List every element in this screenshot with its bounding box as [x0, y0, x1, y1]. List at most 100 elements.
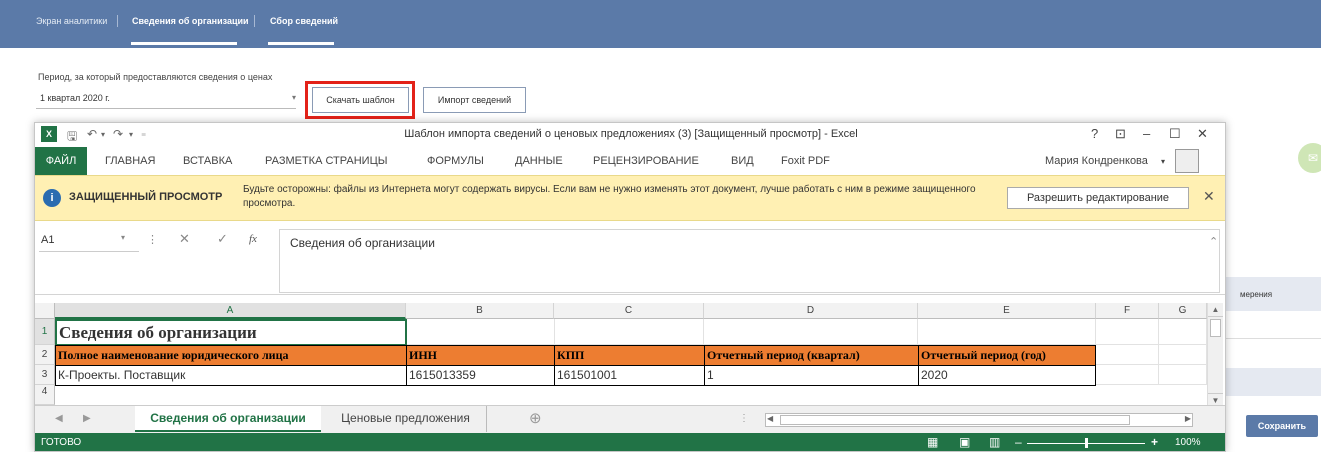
row-header[interactable]: 1: [35, 319, 55, 345]
horizontal-scrollbar[interactable]: ◀ ▶: [765, 413, 1193, 427]
column-header[interactable]: F: [1096, 303, 1159, 319]
cell[interactable]: [1159, 345, 1207, 365]
header-cell[interactable]: ИНН: [406, 345, 555, 366]
zoom-out-icon[interactable]: –: [1015, 435, 1022, 449]
period-label: Период, за который предоставляются сведе…: [38, 72, 273, 82]
formula-bar: A1 ▾ ⋮ ✕ ✓ fx Сведения об организации ⌃: [35, 221, 1225, 295]
active-tab-indicator: [268, 42, 334, 45]
zoom-in-icon[interactable]: +: [1151, 435, 1158, 449]
row-header[interactable]: 4: [35, 385, 55, 405]
tab-home[interactable]: ГЛАВНАЯ: [105, 155, 155, 167]
data-cell[interactable]: 1615013359: [406, 365, 555, 386]
more-icon: ⋮: [739, 413, 749, 424]
cell[interactable]: [918, 319, 1096, 345]
ribbon-tabs: ФАЙЛ ГЛАВНАЯ ВСТАВКА РАЗМЕТКА СТРАНИЦЫ Ф…: [35, 147, 1225, 175]
header-cell[interactable]: Отчетный период (квартал): [704, 345, 919, 366]
zoom-level[interactable]: 100%: [1175, 437, 1201, 448]
cell-a1[interactable]: Сведения об организации: [55, 319, 407, 346]
header-cell[interactable]: Отчетный период (год): [918, 345, 1096, 366]
cell[interactable]: [555, 319, 704, 345]
scroll-thumb[interactable]: [780, 415, 1130, 425]
download-template-button[interactable]: Скачать шаблон: [312, 87, 409, 113]
tab-foxit-pdf[interactable]: Foxit PDF: [781, 155, 830, 167]
spreadsheet-grid: A B C D E F G 1 2 3 4 Сведения об органи…: [35, 295, 1225, 407]
column-header[interactable]: D: [704, 303, 918, 319]
column-header[interactable]: C: [554, 303, 704, 319]
chevron-down-icon[interactable]: ▾: [1161, 157, 1165, 166]
normal-view-icon[interactable]: ▦: [927, 435, 938, 449]
scroll-right-icon[interactable]: ▶: [83, 413, 91, 424]
tab-page-layout[interactable]: РАЗМЕТКА СТРАНИЦЫ: [265, 155, 387, 167]
cell[interactable]: [1159, 365, 1207, 385]
cell[interactable]: [704, 319, 918, 345]
page-layout-view-icon[interactable]: ▣: [959, 435, 970, 449]
cell[interactable]: [1159, 319, 1207, 345]
tab-view[interactable]: ВИД: [731, 155, 754, 167]
row-header[interactable]: 3: [35, 365, 55, 385]
data-cell[interactable]: 161501001: [554, 365, 705, 386]
nav-separator: [254, 15, 255, 27]
cell[interactable]: [1096, 365, 1159, 385]
tab-insert[interactable]: ВСТАВКА: [183, 155, 232, 167]
cell[interactable]: [1096, 345, 1159, 365]
header-cell[interactable]: Полное наименование юридического лица: [55, 345, 407, 366]
function-icon[interactable]: fx: [249, 233, 257, 245]
background-panel: [1226, 368, 1321, 396]
tab-formulas[interactable]: ФОРМУЛЫ: [427, 155, 484, 167]
sheet-tabs-bar: ◀ ▶ Сведения об организации Ценовые пред…: [35, 405, 1225, 433]
zoom-slider-thumb[interactable]: [1085, 438, 1088, 448]
column-header[interactable]: A: [55, 303, 406, 319]
data-cell[interactable]: К-Проекты. Поставщик: [55, 365, 407, 386]
avatar[interactable]: [1175, 149, 1199, 173]
confirm-icon[interactable]: ✓: [217, 231, 228, 247]
close-icon[interactable]: ✕: [1203, 188, 1215, 205]
scroll-thumb[interactable]: [1210, 319, 1221, 337]
maximize-icon[interactable]: ☐: [1169, 126, 1181, 142]
ribbon-display-icon[interactable]: ⊡: [1115, 126, 1126, 142]
data-cell[interactable]: 2020: [918, 365, 1096, 386]
nav-item-data-collection[interactable]: Сбор сведений: [270, 16, 338, 26]
row-header[interactable]: 2: [35, 345, 55, 365]
import-data-button[interactable]: Импорт сведений: [423, 87, 526, 113]
add-sheet-icon[interactable]: ⊕: [529, 409, 542, 427]
sheet-tab-price-offers[interactable]: Ценовые предложения: [325, 406, 487, 432]
formula-input[interactable]: Сведения об организации: [279, 229, 1220, 293]
collapse-icon[interactable]: ⌃: [1209, 235, 1218, 248]
cancel-icon[interactable]: ✕: [179, 231, 190, 247]
column-header[interactable]: E: [918, 303, 1096, 319]
data-cell[interactable]: 1: [704, 365, 919, 386]
save-button[interactable]: Сохранить: [1246, 415, 1318, 437]
close-icon[interactable]: ✕: [1197, 126, 1208, 142]
user-name[interactable]: Мария Кондренкова: [1045, 155, 1148, 167]
scroll-right-icon[interactable]: ▶: [1185, 414, 1191, 423]
period-select[interactable]: 1 квартал 2020 г. ▾: [36, 87, 296, 109]
tab-file[interactable]: ФАЙЛ: [35, 147, 87, 175]
protected-view-title: ЗАЩИЩЕННЫЙ ПРОСМОТР: [69, 191, 223, 203]
active-tab-indicator: [131, 42, 237, 45]
scroll-up-icon[interactable]: ▲: [1208, 303, 1223, 317]
help-icon[interactable]: ?: [1091, 126, 1098, 141]
status-bar: ГОТОВО ▦ ▣ ▥ – + 100%: [35, 433, 1225, 451]
scroll-left-icon[interactable]: ◀: [767, 414, 773, 423]
select-all-corner[interactable]: [35, 303, 55, 319]
enable-editing-button[interactable]: Разрешить редактирование: [1007, 187, 1189, 209]
cell[interactable]: [1096, 319, 1159, 345]
status-ready: ГОТОВО: [41, 437, 82, 448]
excel-title-bar: X 🖫 ↶ ▾ ↷ ▾ ₌ Шаблон импорта сведений о …: [35, 123, 1225, 147]
nav-item-organization-info[interactable]: Сведения об организации: [132, 16, 249, 26]
excel-window-title: Шаблон импорта сведений о ценовых предло…: [404, 128, 858, 140]
header-cell[interactable]: КПП: [554, 345, 705, 366]
cell[interactable]: [407, 319, 555, 345]
scroll-left-icon[interactable]: ◀: [55, 413, 63, 424]
page-break-view-icon[interactable]: ▥: [989, 435, 1000, 449]
tab-data[interactable]: ДАННЫЕ: [515, 155, 563, 167]
chevron-down-icon[interactable]: ▾: [121, 233, 125, 242]
column-header[interactable]: G: [1159, 303, 1207, 319]
minimize-icon[interactable]: –: [1143, 126, 1150, 141]
column-header[interactable]: B: [406, 303, 554, 319]
sheet-tab-organization[interactable]: Сведения об организации: [135, 406, 321, 432]
tab-review[interactable]: РЕЦЕНЗИРОВАНИЕ: [593, 155, 699, 167]
vertical-scrollbar[interactable]: ▲ ▼: [1207, 303, 1223, 407]
mail-icon[interactable]: ✉: [1298, 143, 1321, 173]
nav-item-analytics[interactable]: Экран аналитики: [36, 16, 107, 26]
